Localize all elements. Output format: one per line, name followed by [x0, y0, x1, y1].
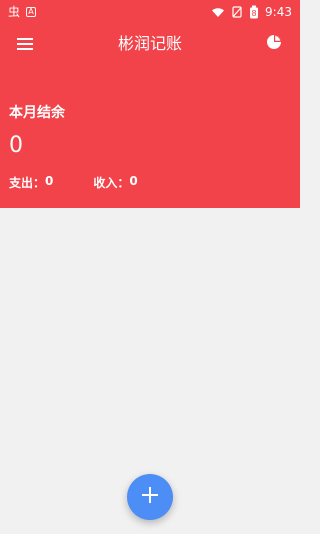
pie-chart-icon — [266, 33, 284, 55]
wifi-icon — [211, 3, 225, 22]
a-app-icon-glyph: A — [28, 7, 34, 16]
battery-level: 8 — [251, 8, 257, 18]
income-summary: 收入： 0 — [93, 174, 137, 191]
battery-icon: 8 — [249, 5, 259, 19]
summary-title: 本月结余 — [9, 105, 65, 121]
status-left: 虫 A — [8, 5, 37, 19]
status-time: 9:43 — [265, 5, 292, 19]
summary-row: 支出： 0 收入： 0 — [9, 174, 138, 191]
summary-balance: 0 — [9, 133, 23, 158]
income-label: 收入： — [93, 176, 130, 190]
expense-value: 0 — [45, 174, 54, 188]
monthly-summary: 本月结余 0 支出： 0 收入： 0 — [0, 64, 300, 208]
debug-app-icon: 虫 — [8, 5, 21, 19]
expense-label: 支出： — [9, 176, 46, 190]
income-value: 0 — [129, 174, 138, 188]
app-title: 彬润记账 — [117, 34, 182, 53]
app-bar: 彬润记账 — [0, 24, 300, 64]
plus-icon — [139, 484, 161, 510]
add-record-fab[interactable] — [127, 474, 173, 520]
status-right: 8 9:43 — [211, 3, 292, 22]
a-app-icon: A — [26, 7, 37, 17]
no-sim-icon — [231, 3, 243, 22]
expense-summary: 支出： 0 — [9, 174, 53, 191]
status-bar: 虫 A 8 9:43 — [0, 0, 300, 24]
statistics-button[interactable] — [264, 34, 286, 54]
